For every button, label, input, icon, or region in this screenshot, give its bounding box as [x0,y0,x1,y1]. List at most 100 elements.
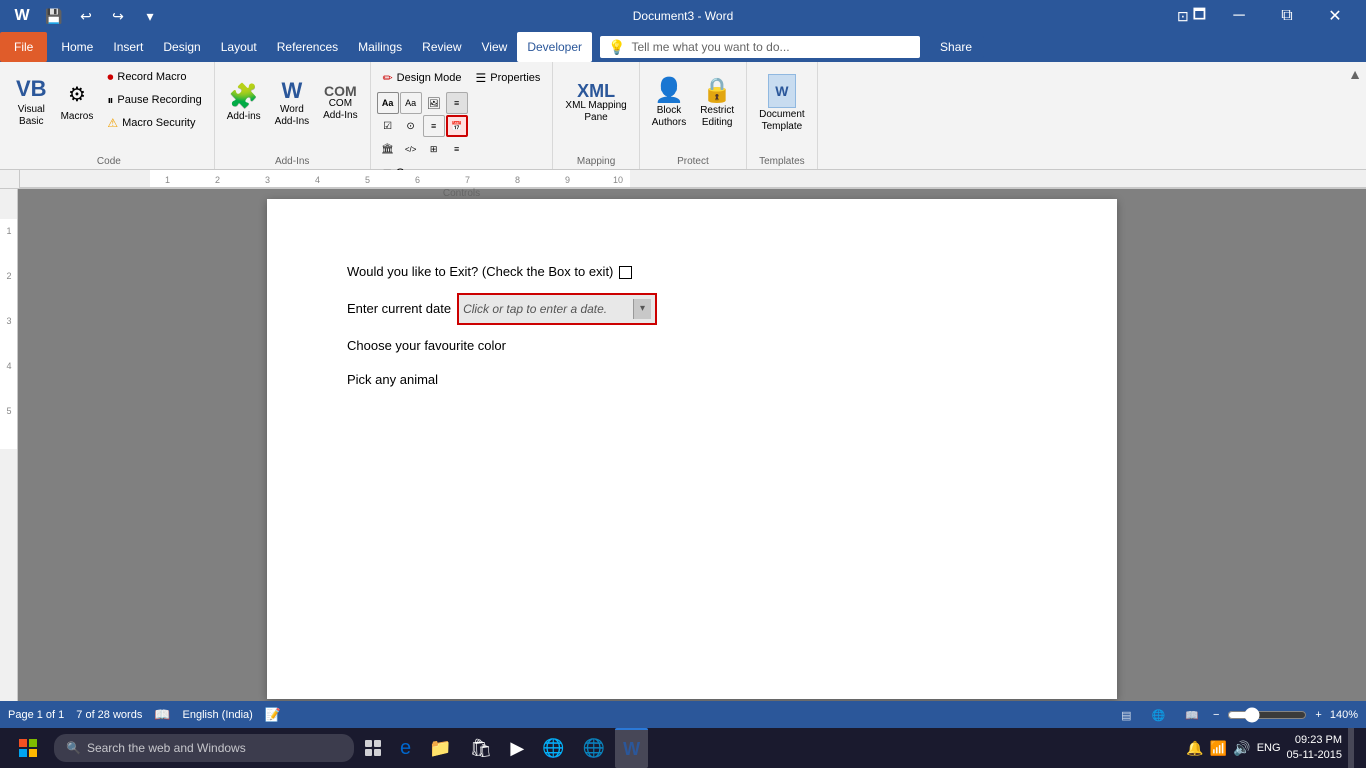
ctrl-image-btn[interactable]: 🖼 [423,92,445,114]
exit-checkbox[interactable] [619,266,632,279]
protect-group-content: 👤 BlockAuthors 🔒 RestrictEditing [646,66,740,152]
start-button[interactable] [4,728,52,768]
doc-line-3: Choose your favourite color [347,333,1037,359]
file-explorer-btn[interactable]: 📁 [421,728,459,768]
svg-text:3: 3 [6,316,11,326]
svg-text:3: 3 [265,175,270,185]
task-view-btn[interactable] [356,728,390,768]
svg-text:2: 2 [6,271,11,281]
ctrl-more-btn[interactable]: ≡ [446,138,468,160]
ctrl-check-btn[interactable]: ☑ [377,115,399,137]
search-icon: 🔍 [66,741,81,755]
tell-bar[interactable]: 💡 Tell me what you want to do... [600,36,920,58]
svg-text:1: 1 [165,175,170,185]
notification-icon[interactable]: 🔔 [1186,740,1203,757]
word-addins-button[interactable]: W WordAdd-Ins [269,66,315,140]
ctrl-date-btn[interactable]: 📅 [446,115,468,137]
menu-references[interactable]: References [267,32,348,62]
menu-insert[interactable]: Insert [103,32,153,62]
save-qat-btn[interactable]: 💾 [40,2,68,30]
menu-layout[interactable]: Layout [211,32,267,62]
ctrl-legacy-btn[interactable]: ⊞ [423,138,445,160]
status-bar: Page 1 of 1 7 of 28 words 📖 English (Ind… [0,701,1366,729]
ctrl-text2-btn[interactable]: Aa [400,92,422,114]
svg-text:2: 2 [215,175,220,185]
edge-browser-btn[interactable]: e [392,728,419,768]
com-addins-button[interactable]: COM COMAdd-Ins [317,66,363,140]
ctrl-list-btn[interactable]: ≡ [423,115,445,137]
menu-view[interactable]: View [472,32,518,62]
store-btn[interactable]: 🛍 [462,728,501,768]
web-view-btn[interactable]: 🌐 [1146,707,1172,724]
record-macro-button[interactable]: ⏺ Record Macro [101,66,207,88]
chrome-btn-1[interactable]: 🌐 [534,728,572,768]
block-authors-button[interactable]: 👤 BlockAuthors [646,66,692,140]
xml-mapping-pane-button[interactable]: XML XML MappingPane [559,66,632,140]
media-btn[interactable]: ▶ [502,728,532,768]
block-authors-label: BlockAuthors [652,105,686,129]
ctrl-text-btn[interactable]: Aa [377,92,399,114]
network-icon[interactable]: 📶 [1210,740,1227,757]
zoom-slider[interactable] [1227,707,1307,723]
track-changes-icon: 📝 [265,707,281,723]
com-addins-label: COMAdd-Ins [323,98,357,122]
ctrl-building-btn[interactable]: 🏛 [377,138,399,160]
restrict-editing-icon: 🔒 [702,77,732,106]
restrict-editing-button[interactable]: 🔒 RestrictEditing [694,66,740,140]
main-content-area: 1 2 3 4 5 Would you like to Exit? (Check… [0,189,1366,701]
menu-file[interactable]: File [0,32,47,62]
record-macro-icon: ⏺ [107,70,113,85]
pause-recording-button[interactable]: ⏸ Pause Recording [101,89,207,111]
taskbar-search[interactable]: 🔍 Search the web and Windows [54,734,354,762]
menu-design[interactable]: Design [153,32,210,62]
ctrl-combo-btn[interactable]: ≡ [446,92,468,114]
ribbon-collapse-btn[interactable]: ▲ [1348,66,1362,82]
macro-small-stack: ⏺ Record Macro ⏸ Pause Recording ⚠ Macro… [101,66,207,134]
date-label: Enter current date [347,296,451,322]
menu-review[interactable]: Review [412,32,471,62]
date-picker-dropdown-btn[interactable]: ▾ [633,299,651,319]
ctrl-radio-btn[interactable]: ⊙ [400,115,422,137]
macros-button[interactable]: ⚙ Macros [55,66,100,140]
share-button[interactable]: Share [928,36,984,58]
ctrl-xml-btn[interactable]: </> [400,138,422,160]
document-area[interactable]: Would you like to Exit? (Check the Box t… [18,189,1366,701]
document-template-button[interactable]: W DocumentTemplate [753,66,811,140]
design-mode-button[interactable]: ✏ Design Mode [377,66,468,90]
xml-mapping-label: XML MappingPane [565,100,626,124]
document-template-icon: W [766,73,798,109]
task-view-icon [364,739,382,757]
properties-button[interactable]: ☰ Properties [470,66,547,90]
restore-btn[interactable]: ⧉ [1264,0,1310,32]
chrome-btn-2[interactable]: 🌐 [575,728,613,768]
menu-developer[interactable]: Developer [517,32,592,62]
show-desktop-btn[interactable] [1348,728,1354,768]
protect-group-label: Protect [677,152,709,167]
word-taskbar-btn[interactable]: W [615,728,648,768]
language-indicator[interactable]: ENG [1257,742,1281,754]
visual-basic-label: VisualBasic [18,104,45,128]
windows-icon [19,739,37,757]
visual-basic-button[interactable]: VB VisualBasic [10,66,53,140]
menu-mailings[interactable]: Mailings [348,32,412,62]
undo-qat-btn[interactable]: ↩ [72,2,100,30]
date-picker-placeholder: Click or tap to enter a date. [463,297,633,321]
addins-button[interactable]: 🧩 Add-ins [221,66,267,140]
minimize-btn[interactable]: ─ [1216,0,1262,32]
sound-icon[interactable]: 🔊 [1233,740,1250,757]
doc-line-4: Pick any animal [347,367,1037,393]
ribbon-group-code: VB VisualBasic ⚙ Macros ⏺ Record Macro ⏸… [4,62,215,169]
read-view-btn[interactable]: 📖 [1179,707,1205,724]
word-addins-icon: W [282,78,303,104]
status-bar-right: ▤ 🌐 📖 − + 140% [1115,707,1358,724]
record-macro-label: Record Macro [117,71,186,83]
close-btn[interactable]: ✕ [1312,0,1358,32]
zoom-in-btn[interactable]: + [1315,709,1321,721]
customize-qat-btn[interactable]: ▾ [136,2,164,30]
zoom-out-btn[interactable]: − [1213,709,1219,721]
macro-security-button[interactable]: ⚠ Macro Security [101,112,207,134]
print-view-btn[interactable]: ▤ [1115,707,1137,724]
redo-qat-btn[interactable]: ↪ [104,2,132,30]
date-picker-field[interactable]: Click or tap to enter a date. ▾ [457,293,657,325]
menu-home[interactable]: Home [51,32,103,62]
